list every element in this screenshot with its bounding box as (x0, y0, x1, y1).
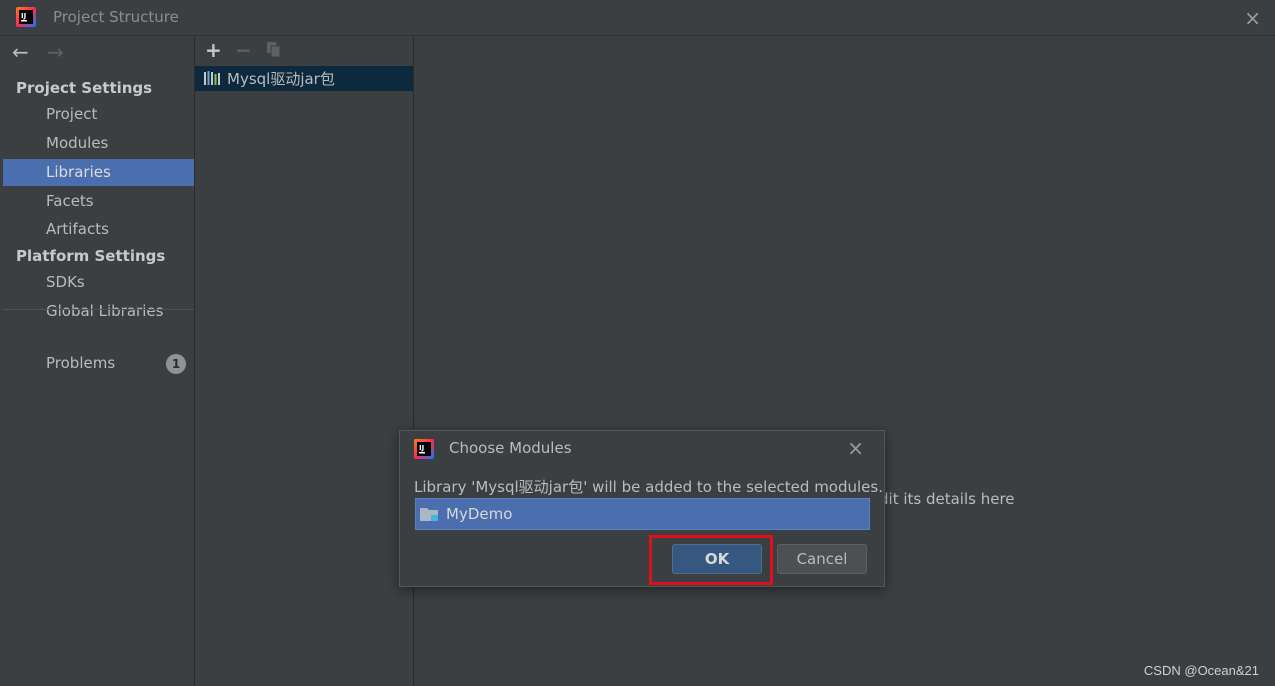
sidebar-item-global-libraries[interactable]: Global Libraries (3, 298, 194, 325)
sidebar-item-problems[interactable]: Problems 1 (3, 350, 194, 377)
module-list-item[interactable]: MyDemo (415, 498, 870, 530)
problems-count-badge: 1 (166, 354, 186, 374)
svg-text:IJ: IJ (21, 12, 26, 20)
settings-sidebar: ← → Project Settings Project Modules Lib… (3, 36, 195, 686)
add-library-button[interactable]: + (205, 38, 222, 62)
intellij-logo-icon: IJ (16, 7, 36, 27)
library-details-panel: dit its details here (414, 36, 1275, 686)
title-bar: IJ Project Structure × (0, 0, 1275, 36)
intellij-logo-icon: IJ (414, 439, 434, 459)
sidebar-item-facets[interactable]: Facets (3, 188, 194, 215)
problems-label: Problems (46, 354, 116, 372)
sidebar-divider (3, 309, 194, 310)
sidebar-item-sdks[interactable]: SDKs (3, 269, 194, 296)
watermark: CSDN @Ocean&21 (1143, 663, 1259, 678)
module-folder-icon (420, 508, 438, 521)
copy-icon[interactable] (267, 42, 281, 58)
module-label: MyDemo (446, 505, 513, 523)
window-close-icon[interactable]: × (1244, 6, 1261, 30)
dialog-message: Library 'Mysql驱动jar包' will be added to t… (414, 478, 883, 496)
window-title: Project Structure (53, 8, 179, 26)
dialog-close-icon[interactable]: × (847, 436, 864, 460)
libraries-list-panel: + − Mysql驱动jar包 (195, 36, 414, 686)
forward-arrow-icon[interactable]: → (47, 40, 64, 64)
sidebar-item-modules[interactable]: Modules (3, 130, 194, 157)
cancel-button[interactable]: Cancel (777, 544, 867, 574)
remove-library-button[interactable]: − (235, 38, 252, 62)
ok-button[interactable]: OK (672, 544, 762, 574)
library-label: Mysql驱动jar包 (227, 70, 335, 88)
sidebar-item-project[interactable]: Project (3, 101, 194, 128)
library-list-item[interactable]: Mysql驱动jar包 (195, 66, 413, 91)
back-arrow-icon[interactable]: ← (12, 40, 29, 64)
details-hint-text: dit its details here (879, 490, 1015, 508)
sidebar-item-libraries[interactable]: Libraries (3, 159, 194, 186)
platform-settings-header: Platform Settings (16, 247, 166, 265)
choose-modules-dialog: IJ Choose Modules × Library 'Mysql驱动jar包… (399, 430, 885, 587)
dialog-title: Choose Modules (449, 439, 572, 457)
project-settings-header: Project Settings (16, 79, 153, 97)
nav-arrows: ← → (12, 40, 76, 64)
svg-text:IJ: IJ (419, 444, 424, 452)
library-icon (204, 71, 220, 85)
sidebar-item-artifacts[interactable]: Artifacts (3, 216, 194, 243)
